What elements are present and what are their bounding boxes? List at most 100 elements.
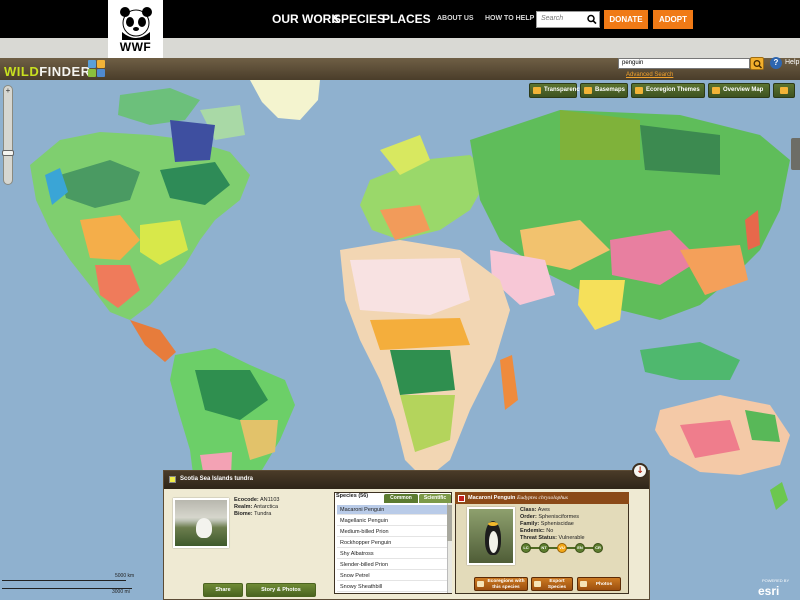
threat-dot-lc: LC bbox=[521, 543, 531, 553]
esri-logo[interactable]: esri bbox=[758, 584, 779, 598]
class-row: Class: Aves bbox=[520, 507, 550, 513]
family-label: Family: bbox=[520, 521, 540, 527]
congo-basin bbox=[390, 350, 455, 395]
panda-icon bbox=[120, 7, 152, 40]
nav-our-work[interactable]: OUR WORK bbox=[272, 12, 340, 26]
sahel bbox=[370, 318, 470, 350]
arctic-islands bbox=[118, 88, 200, 125]
advanced-search-link[interactable]: Advanced Search bbox=[626, 72, 673, 78]
endemic-row: Endemic: No bbox=[520, 528, 553, 534]
indonesia bbox=[640, 342, 740, 380]
photos-label: Photos bbox=[595, 582, 613, 587]
export-species-button[interactable]: Export Species bbox=[531, 577, 573, 591]
ecoregion-themes-icon bbox=[635, 87, 643, 94]
nav-about-us[interactable]: ABOUT US bbox=[437, 15, 474, 22]
wildfinder-title-accent: WILD bbox=[4, 64, 40, 79]
list-item[interactable]: Rockhopper Penguin bbox=[337, 538, 447, 548]
threat-dot-nt: NT bbox=[539, 543, 549, 553]
app-grid-icon[interactable] bbox=[88, 60, 106, 78]
order-label: Order: bbox=[520, 514, 537, 520]
list-item[interactable]: Slender-billed Prion bbox=[337, 560, 447, 570]
species-search-button[interactable] bbox=[750, 57, 764, 70]
photos-button[interactable]: Photos bbox=[577, 577, 621, 591]
india bbox=[578, 280, 625, 330]
basemaps-button[interactable]: Basemaps bbox=[580, 83, 628, 98]
story-photos-button[interactable]: Story & Photos bbox=[246, 583, 316, 597]
threat-label: Threat Status: bbox=[520, 535, 557, 541]
zoom-slider-handle[interactable] bbox=[2, 150, 14, 156]
fullscreen-icon bbox=[780, 87, 788, 94]
share-button[interactable]: Share bbox=[203, 583, 243, 597]
central-america bbox=[130, 320, 176, 362]
camera-icon bbox=[580, 581, 587, 587]
nav-places[interactable]: PLACES bbox=[382, 12, 431, 26]
threat-dot-cr: CR bbox=[593, 543, 603, 553]
threat-value: Vulnerable bbox=[558, 535, 585, 541]
class-value: Aves bbox=[537, 507, 550, 513]
scale-bar-top bbox=[2, 580, 126, 581]
list-item[interactable]: Snow Petrel bbox=[337, 571, 447, 581]
site-search-button[interactable] bbox=[585, 12, 599, 27]
powered-by-label: POWERED BY bbox=[762, 578, 790, 583]
basemaps-label: Basemaps bbox=[595, 87, 626, 93]
wwf-logo[interactable]: WWF bbox=[108, 0, 163, 58]
species-count-header: Species (56) bbox=[336, 493, 369, 499]
search-icon bbox=[753, 60, 763, 69]
class-label: Class: bbox=[520, 507, 537, 513]
species-photo[interactable] bbox=[467, 507, 515, 565]
family-value: Spheniscidae bbox=[540, 521, 574, 527]
list-item[interactable]: Snowy Sheathbill bbox=[337, 582, 447, 592]
list-item[interactable]: Macaroni Penguin bbox=[337, 505, 447, 515]
ecocode-label: Ecocode: bbox=[234, 497, 259, 503]
zoom-slider[interactable] bbox=[3, 85, 13, 185]
ecoregion-themes-button[interactable]: Ecoregion Themes bbox=[631, 83, 705, 98]
species-scientific-name: Eudyptes chrysolophus bbox=[517, 495, 568, 501]
list-item[interactable]: Magellanic Penguin bbox=[337, 516, 447, 526]
ecoregion-color-swatch bbox=[169, 476, 176, 483]
side-panel-tab[interactable] bbox=[791, 138, 800, 170]
species-color-swatch bbox=[458, 495, 465, 502]
overview-map-label: Overview Map bbox=[723, 87, 764, 93]
nav-how-to-help[interactable]: HOW TO HELP bbox=[485, 15, 534, 22]
share-label: Share bbox=[215, 587, 231, 593]
threat-row: Threat Status: Vulnerable bbox=[520, 535, 585, 541]
adopt-button[interactable]: ADOPT bbox=[653, 10, 693, 29]
threat-dot-en: EN bbox=[575, 543, 585, 553]
fullscreen-button[interactable] bbox=[773, 83, 795, 98]
species-search-input[interactable]: penguin bbox=[618, 58, 750, 69]
logo-text: WWF bbox=[119, 40, 152, 54]
donate-button[interactable]: DONATE bbox=[604, 10, 648, 29]
overview-map-icon bbox=[712, 87, 720, 94]
tab-common[interactable]: Common bbox=[384, 494, 418, 503]
transparency-icon bbox=[533, 87, 541, 94]
tab-scientific[interactable]: Scientific bbox=[419, 494, 451, 503]
zoom-in-icon[interactable]: + bbox=[3, 86, 13, 96]
export-btn-line2: Species bbox=[547, 584, 567, 590]
help-icon[interactable]: ? bbox=[770, 57, 782, 69]
ecocode-value: AN1103 bbox=[260, 497, 280, 503]
sahara bbox=[350, 258, 470, 315]
wildfinder-title-rest: FINDER bbox=[39, 64, 91, 79]
ecoregions-with-species-button[interactable]: Ecoregions with this species bbox=[474, 577, 528, 591]
overview-map-button[interactable]: Overview Map bbox=[708, 83, 770, 98]
threat-status-scale: LC NT VU EN CR bbox=[521, 543, 605, 553]
species-name: Macaroni Penguin bbox=[468, 495, 516, 501]
list-item[interactable]: Shy Albatross bbox=[337, 549, 447, 559]
penguin-crest bbox=[488, 522, 498, 526]
ecoregion-photo[interactable] bbox=[173, 498, 229, 548]
basemaps-icon bbox=[584, 87, 592, 94]
endemic-label: Endemic: bbox=[520, 528, 545, 534]
transparency-button[interactable]: Transparency bbox=[529, 83, 583, 98]
ecocode-row: Ecocode: AN1103 bbox=[234, 497, 279, 503]
story-photos-label: Story & Photos bbox=[261, 587, 301, 593]
order-value: Sphenisciformes bbox=[538, 514, 580, 520]
help-label[interactable]: Help bbox=[785, 59, 799, 66]
threat-dot-vu: VU bbox=[557, 543, 567, 553]
search-icon bbox=[587, 14, 597, 25]
species-list-scroll-thumb[interactable] bbox=[447, 505, 452, 541]
nav-species[interactable]: SPECIES bbox=[333, 12, 385, 26]
list-item[interactable]: Medium-billed Prion bbox=[337, 527, 447, 537]
collapse-panel-icon[interactable]: ↓ bbox=[632, 463, 648, 479]
albatross-figure bbox=[196, 518, 212, 538]
madagascar bbox=[500, 355, 518, 410]
